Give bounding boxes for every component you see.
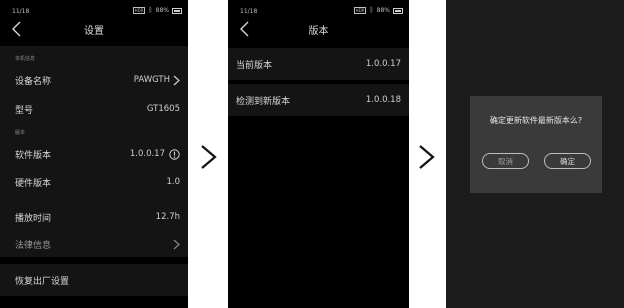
dialog-message: 确定更新软件最新版本么?: [489, 116, 583, 125]
current-version-group: 当前版本 1.0.0.17: [228, 48, 409, 80]
device-name-value: PAWGTH: [133, 75, 170, 85]
software-version-label: 软件版本: [15, 150, 52, 161]
model-label: 型号: [15, 105, 34, 116]
status-icons: HDR ᛒ 88%: [353, 6, 403, 14]
update-dialog: 确定更新软件最新版本么? 取消 确定: [470, 96, 602, 193]
new-version-label: 检测到新版本: [236, 96, 291, 107]
cancel-button[interactable]: 取消: [482, 153, 529, 169]
page-title: 设置: [84, 26, 104, 37]
version-screen: 11/18 HDR ᛒ 88% 版本 当前版本 1.0.0.17 检测到新版本 …: [228, 0, 409, 308]
model-row: 型号 GT1605: [0, 97, 188, 121]
version-group: 版本 软件版本 1.0.0.17 硬件版本 1.0: [0, 125, 188, 205]
title-bar: 设置: [0, 18, 188, 40]
restore-group: 恢复出厂设置: [0, 264, 188, 296]
status-time: 11/18: [12, 8, 30, 15]
chevron-right-icon: [173, 75, 180, 85]
battery-percent: 88%: [155, 7, 169, 14]
play-time-value: 12.7h: [155, 212, 180, 222]
current-version-row: 当前版本 1.0.0.17: [228, 52, 409, 76]
misc-group: 播放时间 12.7h 法律信息: [0, 203, 188, 257]
current-version-label: 当前版本: [236, 60, 273, 71]
hdr-icon: HDR: [353, 7, 367, 14]
confirm-button[interactable]: 确定: [544, 153, 591, 169]
title-bar: 版本: [228, 18, 409, 40]
hardware-version-row: 硬件版本 1.0: [0, 170, 188, 194]
status-time: 11/18: [240, 8, 258, 15]
status-icons: HDR ᛒ 88%: [132, 6, 182, 14]
new-version-value: 1.0.0.18: [365, 95, 401, 105]
battery-percent: 88%: [376, 7, 390, 14]
battery-icon: [393, 7, 403, 14]
restore-factory-row[interactable]: 恢复出厂设置: [0, 268, 188, 292]
legal-info-label: 法律信息: [15, 240, 52, 251]
info-icon[interactable]: [169, 148, 180, 160]
play-time-row: 播放时间 12.7h: [0, 205, 188, 229]
software-version-row[interactable]: 软件版本 1.0.0.17: [0, 142, 188, 166]
model-value: GT1605: [146, 104, 180, 114]
section-label-version: 版本: [15, 130, 26, 136]
next-arrow-icon: [419, 145, 435, 169]
hardware-version-value: 1.0: [166, 177, 180, 187]
new-version-group: 检测到新版本 1.0.0.18: [228, 84, 409, 116]
bluetooth-icon: ᛒ: [148, 6, 153, 14]
status-bar: 11/18 HDR ᛒ 88%: [0, 0, 188, 18]
play-time-label: 播放时间: [15, 213, 52, 224]
next-arrow-icon: [201, 145, 217, 169]
new-version-row[interactable]: 检测到新版本 1.0.0.18: [228, 88, 409, 112]
status-bar: 11/18 HDR ᛒ 88%: [228, 0, 409, 18]
battery-icon: [172, 7, 182, 14]
page-title: 版本: [308, 26, 329, 37]
hardware-version-label: 硬件版本: [15, 178, 52, 189]
legal-info-row[interactable]: 法律信息: [0, 232, 188, 256]
section-label-device: 本机信息: [15, 56, 36, 62]
device-info-group: 本机信息 设备名称 PAWGTH 型号 GT1605: [0, 46, 188, 127]
device-name-label: 设备名称: [15, 76, 52, 87]
bluetooth-icon: ᛒ: [369, 6, 374, 14]
settings-screen: 11/18 HDR ᛒ 88% 设置 本机信息 设备名称 PAWGTH 型号 G…: [0, 0, 188, 308]
chevron-right-icon: [173, 239, 180, 249]
device-name-row[interactable]: 设备名称 PAWGTH: [0, 68, 188, 92]
hdr-icon: HDR: [132, 7, 146, 14]
current-version-value: 1.0.0.17: [365, 59, 401, 69]
restore-factory-label: 恢复出厂设置: [15, 276, 70, 287]
update-confirm-screen: 确定更新软件最新版本么? 取消 确定: [446, 0, 624, 308]
software-version-value: 1.0.0.17: [129, 149, 165, 159]
